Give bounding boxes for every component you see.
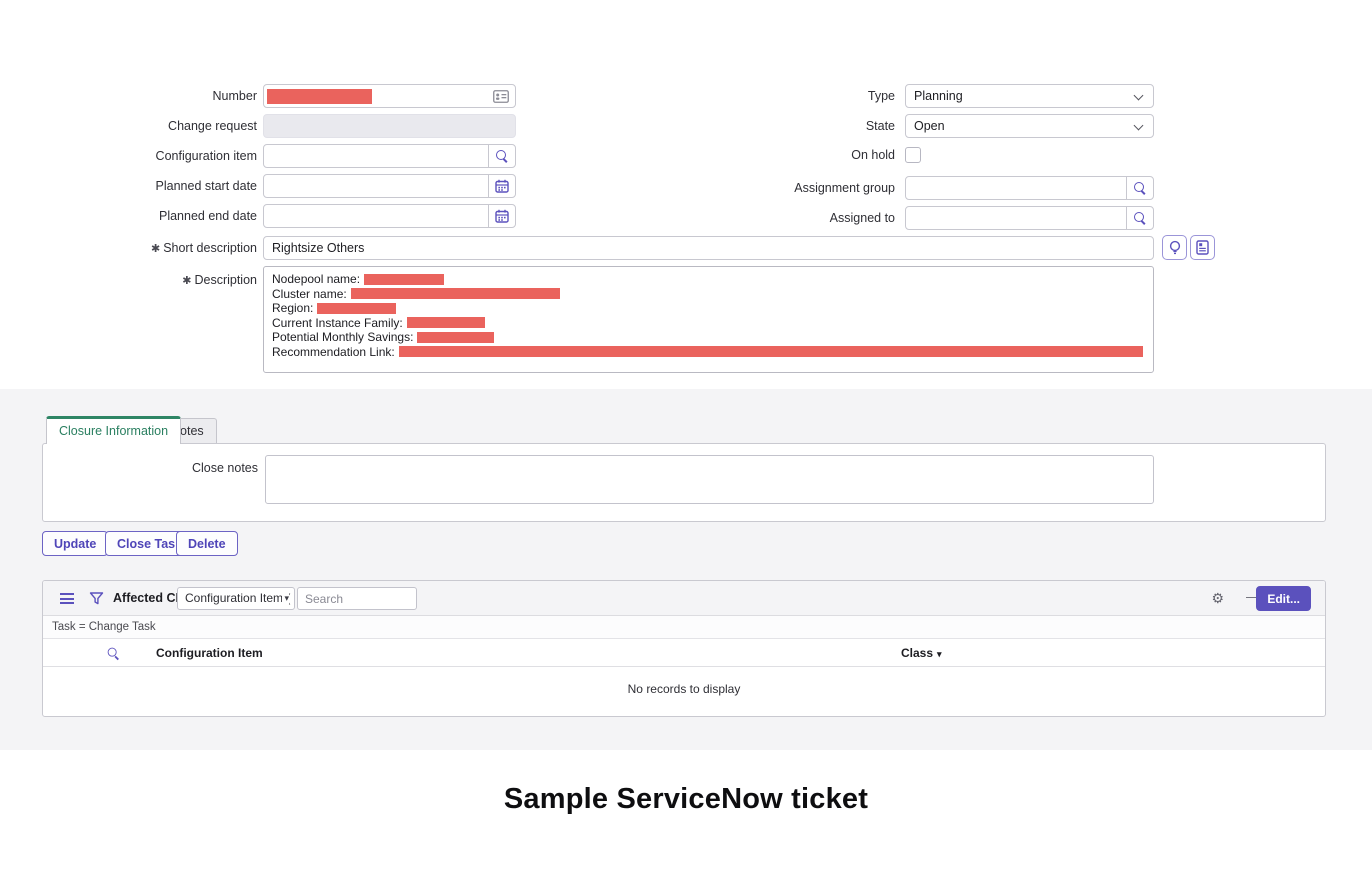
lightbulb-icon: [1168, 240, 1182, 255]
planned-end-calendar-button[interactable]: [488, 205, 515, 227]
change-request-field: [263, 114, 516, 138]
assigned-to-field[interactable]: [905, 206, 1154, 230]
description-line: Current Instance Family:: [272, 316, 1145, 331]
short-description-label: ✱Short description: [40, 236, 257, 261]
search-icon: [1134, 212, 1147, 225]
knowledge-search-button[interactable]: [1190, 235, 1215, 260]
assigned-to-lookup-button[interactable]: [1126, 207, 1153, 229]
assignment-group-lookup-button[interactable]: [1126, 177, 1153, 199]
column-search-icon[interactable]: [108, 648, 120, 660]
knowledge-book-icon: [1196, 240, 1209, 255]
redacted-number-value: [267, 89, 372, 104]
type-select[interactable]: Planning: [905, 84, 1154, 108]
configuration-item-field[interactable]: [263, 144, 516, 168]
change-request-label: Change request: [40, 114, 257, 138]
planned-end-date-label: Planned end date: [40, 204, 257, 228]
search-icon: [496, 150, 509, 163]
short-description-input[interactable]: Rightsize Others: [263, 236, 1154, 260]
assignment-group-label: Assignment group: [680, 176, 895, 200]
search-field-selector[interactable]: Configuration Item ( ▾: [177, 587, 295, 610]
description-textarea[interactable]: Nodepool name: Cluster name: Region: Cur…: [263, 266, 1154, 373]
servicenow-ticket-page: Number Change request Configuration item…: [0, 0, 1372, 890]
preview-record-icon[interactable]: [493, 90, 509, 103]
filter-funnel-icon[interactable]: [89, 591, 104, 606]
redacted-value: [317, 303, 396, 314]
redacted-value: [364, 274, 444, 285]
state-label: State: [680, 114, 895, 138]
column-header-configuration-item[interactable]: Configuration Item: [156, 639, 263, 667]
redacted-value: [417, 332, 494, 343]
on-hold-label: On hold: [680, 143, 895, 167]
search-icon: [1134, 182, 1147, 195]
empty-list-message: No records to display: [43, 667, 1325, 696]
redacted-value: [351, 288, 560, 299]
close-notes-textarea[interactable]: [265, 455, 1154, 504]
column-header-class[interactable]: Class▾: [901, 639, 942, 668]
assigned-to-label: Assigned to: [680, 206, 895, 230]
number-label: Number: [40, 84, 257, 108]
redacted-value: [399, 346, 1143, 357]
delete-button[interactable]: Delete: [176, 531, 238, 556]
list-condition-breadcrumb[interactable]: Task = Change Task: [43, 616, 1325, 639]
list-menu-icon[interactable]: [60, 593, 74, 607]
update-button[interactable]: Update: [42, 531, 108, 556]
description-line: Recommendation Link:: [272, 345, 1145, 360]
type-label: Type: [680, 84, 895, 108]
close-notes-label: Close notes: [40, 456, 258, 480]
suggestion-button[interactable]: [1162, 235, 1187, 260]
state-value: Open: [906, 115, 1153, 137]
configuration-item-lookup-button[interactable]: [488, 145, 515, 167]
tab-closure-information[interactable]: Closure Information: [46, 416, 181, 444]
configuration-item-label: Configuration item: [40, 144, 257, 168]
redacted-value: [407, 317, 485, 328]
description-line: Potential Monthly Savings:: [272, 330, 1145, 345]
planned-start-date-label: Planned start date: [40, 174, 257, 198]
calendar-icon: [495, 179, 509, 193]
required-marker-icon: ✱: [151, 243, 160, 255]
planned-end-date-field[interactable]: [263, 204, 516, 228]
number-field[interactable]: [263, 84, 516, 108]
affected-cis-title: Affected CIs: [113, 581, 186, 616]
short-description-value: Rightsize Others: [264, 237, 1153, 259]
assignment-group-field[interactable]: [905, 176, 1154, 200]
planned-start-calendar-button[interactable]: [488, 175, 515, 197]
gear-icon[interactable]: ⚙: [1211, 590, 1224, 606]
affected-cis-panel: Affected CIs Configuration Item ( ▾ ⚙ — …: [42, 580, 1326, 717]
on-hold-checkbox[interactable]: [905, 147, 921, 163]
description-line: Region:: [272, 301, 1145, 316]
caret-down-icon: ▾: [282, 588, 289, 609]
description-line: Nodepool name:: [272, 272, 1145, 287]
planned-start-date-field[interactable]: [263, 174, 516, 198]
required-marker-icon: ✱: [182, 275, 191, 287]
edit-button[interactable]: Edit...: [1256, 586, 1311, 611]
list-header-row: Configuration Item Class▾: [43, 639, 1325, 667]
description-line: Cluster name:: [272, 287, 1145, 302]
calendar-icon: [495, 209, 509, 223]
affected-cis-toolbar: Affected CIs Configuration Item ( ▾ ⚙ — …: [43, 581, 1325, 616]
caret-down-icon: ▾: [937, 649, 942, 659]
description-label: ✱Description: [40, 268, 257, 293]
figure-caption: Sample ServiceNow ticket: [0, 783, 1372, 816]
type-value: Planning: [906, 85, 1153, 107]
state-select[interactable]: Open: [905, 114, 1154, 138]
affected-cis-search-input[interactable]: [297, 587, 417, 610]
